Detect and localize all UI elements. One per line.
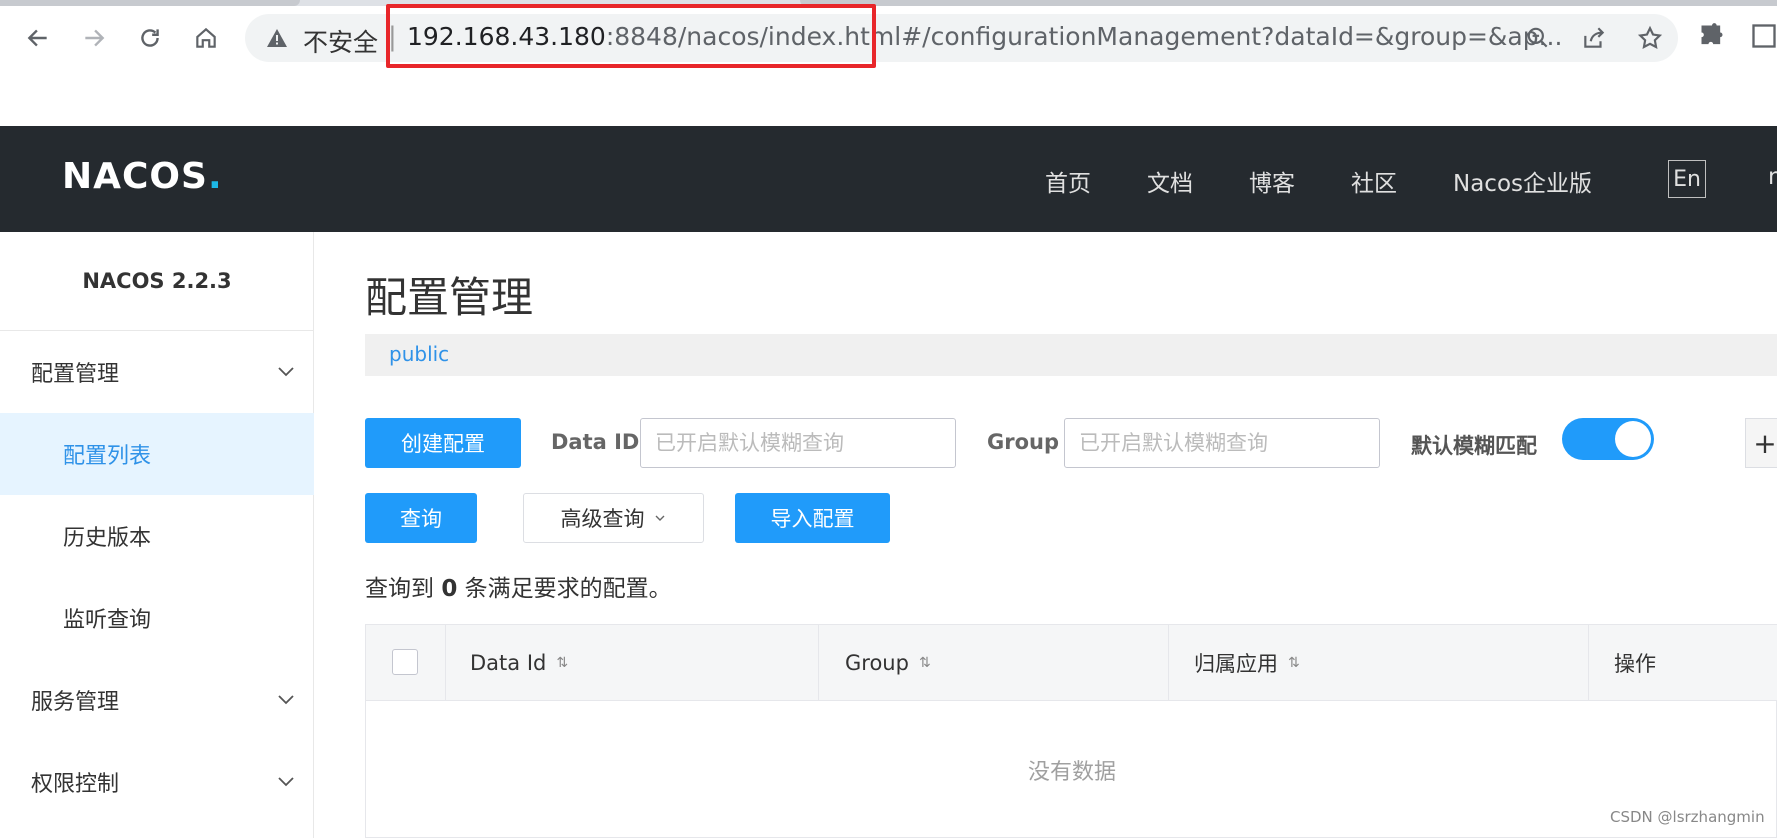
query-button[interactable]: 查询 — [365, 493, 477, 543]
home-icon — [196, 27, 216, 48]
forward-button[interactable] — [74, 18, 114, 58]
fuzzy-match-label: 默认模糊匹配 — [1411, 434, 1537, 458]
chevron-down-icon — [278, 367, 294, 377]
sidebar-item-label: 历史版本 — [63, 526, 152, 551]
sidebar: NACOS 2.2.3 配置管理 配置列表 历史版本 监听查询 服务管理 权限控… — [0, 232, 314, 838]
chevron-down-icon — [278, 695, 294, 705]
nav-enterprise[interactable]: Nacos企业版 — [1453, 164, 1592, 198]
sort-icon[interactable]: ⇅ — [556, 655, 568, 671]
not-secure-label: 不安全 — [303, 28, 379, 57]
import-config-button[interactable]: 导入配置 — [735, 493, 890, 543]
url-highlight-box — [386, 4, 876, 68]
extension-icons — [1698, 22, 1777, 54]
user-menu-partial[interactable]: n — [1768, 164, 1777, 190]
column-app[interactable]: 归属应用 ⇅ — [1169, 625, 1589, 701]
sidebar-item-config-list[interactable]: 配置列表 — [0, 413, 314, 495]
tab-strip — [0, 0, 1777, 6]
watermark: CSDN @lsrzhangmin — [1610, 808, 1765, 826]
select-all-cell — [366, 625, 446, 701]
result-summary: 查询到 0 条满足要求的配置。 — [365, 569, 672, 603]
zoom-button[interactable] — [1520, 22, 1556, 54]
side-panel-icon — [1752, 24, 1776, 48]
config-table: Data Id ⇅ Group ⇅ 归属应用 ⇅ 操作 没有数据 — [365, 624, 1777, 838]
star-icon — [1637, 25, 1663, 49]
side-panel-button[interactable] — [1750, 22, 1777, 54]
column-data-id[interactable]: Data Id ⇅ — [446, 625, 819, 701]
fuzzy-match-toggle[interactable] — [1562, 418, 1654, 460]
omnibox-actions — [1520, 22, 1668, 54]
puzzle-icon — [1701, 23, 1723, 45]
table-header: Data Id ⇅ Group ⇅ 归属应用 ⇅ 操作 — [366, 625, 1777, 701]
result-suffix: 条满足要求的配置。 — [464, 576, 672, 602]
create-config-button[interactable]: 创建配置 — [365, 418, 521, 468]
result-prefix: 查询到 — [365, 576, 434, 602]
column-label: Data Id — [470, 651, 547, 675]
main-content: 配置管理 public 创建配置 Data ID Group 默认模糊匹配 + … — [314, 232, 1777, 838]
page-title: 配置管理 — [365, 273, 534, 322]
browser-chrome: 不安全 | 192.168.43.180:8848/nacos/index.ht… — [0, 0, 1777, 125]
tab-previous[interactable] — [0, 0, 300, 6]
chevron-down-icon — [655, 515, 664, 521]
sidebar-item-label: 监听查询 — [63, 608, 152, 633]
menu-group-label: 服务管理 — [31, 690, 120, 715]
sort-icon[interactable]: ⇅ — [919, 655, 931, 671]
data-id-input[interactable] — [640, 418, 956, 468]
advanced-query-label: 高级查询 — [560, 507, 645, 531]
reload-icon — [141, 29, 159, 47]
logo-text: NACOS — [62, 156, 208, 197]
nacos-logo[interactable]: NACOS. — [62, 156, 223, 197]
menu-group-label: 权限控制 — [31, 772, 120, 797]
column-group[interactable]: Group ⇅ — [819, 625, 1169, 701]
logo-dot: . — [207, 156, 223, 197]
sidebar-item-listener-query[interactable]: 监听查询 — [0, 577, 314, 659]
tab-next[interactable] — [800, 0, 1777, 6]
sidebar-item-label: 配置列表 — [63, 444, 152, 469]
expand-button[interactable]: + — [1745, 418, 1777, 468]
share-button[interactable] — [1576, 22, 1612, 54]
sidebar-item-history[interactable]: 历史版本 — [0, 495, 314, 577]
menu-group-permission[interactable]: 权限控制 — [0, 741, 314, 823]
column-label: 操作 — [1614, 652, 1656, 676]
advanced-query-button[interactable]: 高级查询 — [523, 493, 704, 543]
column-actions: 操作 — [1589, 625, 1777, 701]
toggle-knob — [1615, 421, 1651, 457]
language-toggle-button[interactable]: En — [1668, 160, 1706, 198]
back-button[interactable] — [18, 18, 58, 58]
group-label: Group — [987, 430, 1060, 454]
menu-group-config[interactable]: 配置管理 — [0, 331, 314, 413]
version-label: NACOS 2.2.3 — [0, 232, 314, 331]
column-label: Group — [845, 651, 909, 675]
result-count: 0 — [441, 576, 458, 602]
bookmark-button[interactable] — [1632, 22, 1668, 54]
arrow-left-icon — [27, 29, 47, 47]
arrow-right-icon — [85, 29, 105, 47]
namespace-bar: public — [365, 334, 1777, 376]
menu-group-service[interactable]: 服务管理 — [0, 659, 314, 741]
select-all-checkbox[interactable] — [392, 649, 418, 675]
empty-state: 没有数据 — [1027, 760, 1116, 785]
nav-blog[interactable]: 博客 — [1249, 164, 1295, 198]
nav-home[interactable]: 首页 — [1045, 164, 1091, 198]
group-input[interactable] — [1064, 418, 1380, 468]
menu-group-label: 配置管理 — [31, 362, 120, 387]
zoom-out-icon — [1527, 27, 1548, 48]
nav-docs[interactable]: 文档 — [1147, 164, 1193, 198]
reload-button[interactable] — [130, 18, 170, 58]
namespace-public[interactable]: public — [389, 342, 449, 366]
share-icon — [1584, 27, 1605, 48]
chevron-down-icon — [278, 777, 294, 787]
app-header: NACOS. 首页 文档 博客 社区 Nacos企业版 En n — [0, 126, 1777, 232]
home-button[interactable] — [186, 18, 226, 58]
sort-icon[interactable]: ⇅ — [1288, 655, 1300, 671]
nav-community[interactable]: 社区 — [1351, 164, 1397, 198]
top-nav: 首页 文档 博客 社区 Nacos企业版 — [1045, 164, 1648, 198]
column-label: 归属应用 — [1194, 652, 1278, 676]
data-id-label: Data ID — [551, 430, 640, 454]
extensions-button[interactable] — [1698, 22, 1726, 54]
warning-icon[interactable] — [265, 26, 289, 50]
